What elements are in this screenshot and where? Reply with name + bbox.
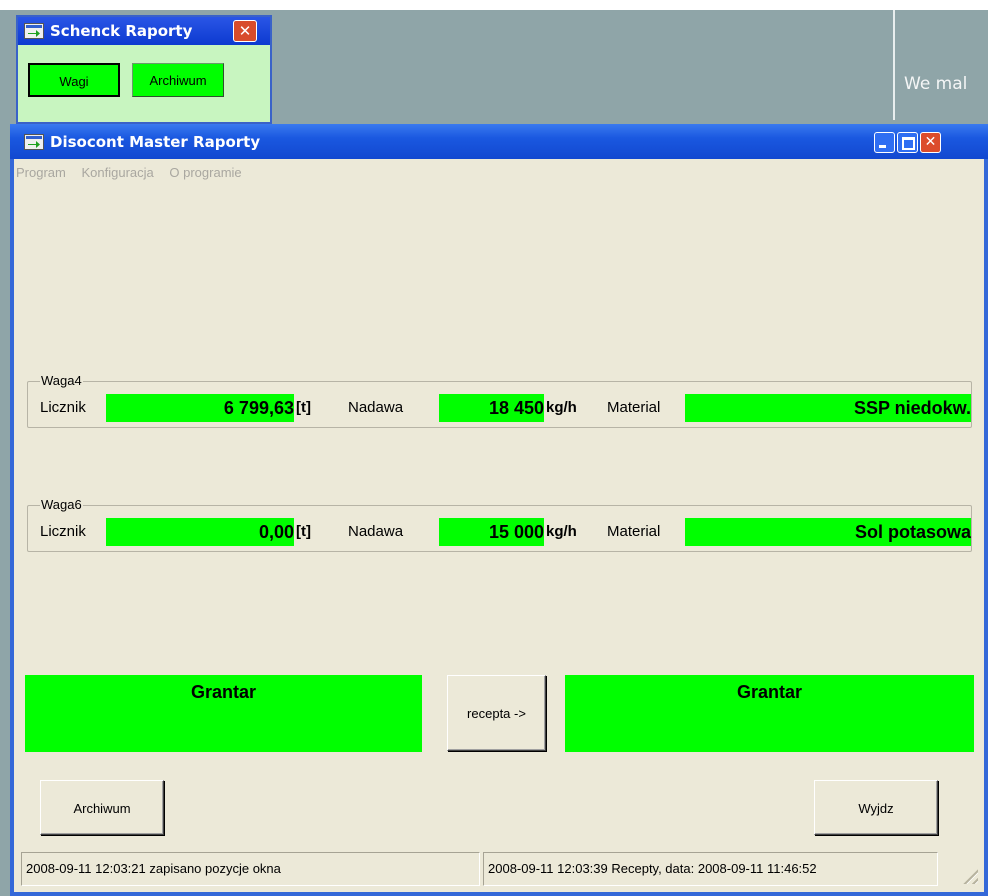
archiwum-button[interactable]: Archiwum — [40, 780, 164, 835]
schenck-window: Schenck Raporty ✕ Wagi Archiwum — [16, 15, 272, 124]
group-label: Waga4 — [40, 373, 83, 388]
menu-konfiguracja[interactable]: Konfiguracja — [81, 165, 153, 180]
main-window: Disocont Master Raporty ✕ Program Konfig… — [10, 124, 988, 896]
licznik-unit: [t] — [296, 399, 311, 416]
close-icon[interactable]: ✕ — [920, 132, 941, 153]
main-titlebar[interactable]: Disocont Master Raporty ✕ — [10, 124, 988, 159]
schenck-title: Schenck Raporty — [50, 22, 193, 40]
recipe-right-box: Grantar — [565, 675, 974, 752]
material-label: Material — [607, 523, 661, 540]
close-icon[interactable]: ✕ — [233, 20, 257, 42]
menu-o-programie[interactable]: O programie — [169, 165, 241, 180]
wagi-button[interactable]: Wagi — [28, 63, 120, 97]
scale-group-waga6: Waga6 Licznik 0,00 [t] Nadawa 15 000 kg/… — [27, 497, 972, 552]
desktop-divider — [893, 10, 895, 120]
maximize-icon[interactable] — [897, 132, 918, 153]
status-left: 2008-09-11 12:03:21 zapisano pozycje okn… — [21, 852, 480, 886]
material-value: Sol potasowa — [685, 518, 971, 546]
desktop-text: We mal — [904, 74, 968, 94]
nadawa-value: 18 450 — [439, 394, 544, 422]
group-label: Waga6 — [40, 497, 83, 512]
nadawa-label: Nadawa — [348, 523, 404, 540]
menu-bar: Program Konfiguracja O programie — [14, 165, 252, 180]
licznik-value: 6 799,63 — [106, 394, 294, 422]
recipe-left-box: Grantar — [25, 675, 422, 752]
app-icon — [24, 134, 44, 154]
licznik-label: Licznik — [40, 523, 86, 540]
nadawa-value: 15 000 — [439, 518, 544, 546]
archiwum-top-button[interactable]: Archiwum — [132, 63, 224, 97]
scale-group-waga4: Waga4 Licznik 6 799,63 [t] Nadawa 18 450… — [27, 373, 972, 428]
recepta-button[interactable]: recepta -> — [447, 675, 546, 751]
nadawa-unit: kg/h — [546, 399, 577, 416]
app-icon — [24, 23, 44, 43]
main-title: Disocont Master Raporty — [50, 133, 261, 151]
material-label: Material — [607, 399, 661, 416]
main-client-area: Program Konfiguracja O programie Waga4 L… — [14, 159, 984, 892]
nadawa-unit: kg/h — [546, 523, 577, 540]
material-value: SSP niedokw. — [685, 394, 971, 422]
menu-program[interactable]: Program — [16, 165, 66, 180]
licznik-label: Licznik — [40, 399, 86, 416]
status-right: 2008-09-11 12:03:39 Recepty, data: 2008-… — [483, 852, 938, 886]
minimize-icon[interactable] — [874, 132, 895, 153]
schenck-titlebar[interactable]: Schenck Raporty ✕ — [18, 17, 270, 45]
licznik-unit: [t] — [296, 523, 311, 540]
licznik-value: 0,00 — [106, 518, 294, 546]
nadawa-label: Nadawa — [348, 399, 404, 416]
wyjdz-button[interactable]: Wyjdz — [814, 780, 938, 835]
resize-grip-icon[interactable] — [960, 866, 978, 884]
